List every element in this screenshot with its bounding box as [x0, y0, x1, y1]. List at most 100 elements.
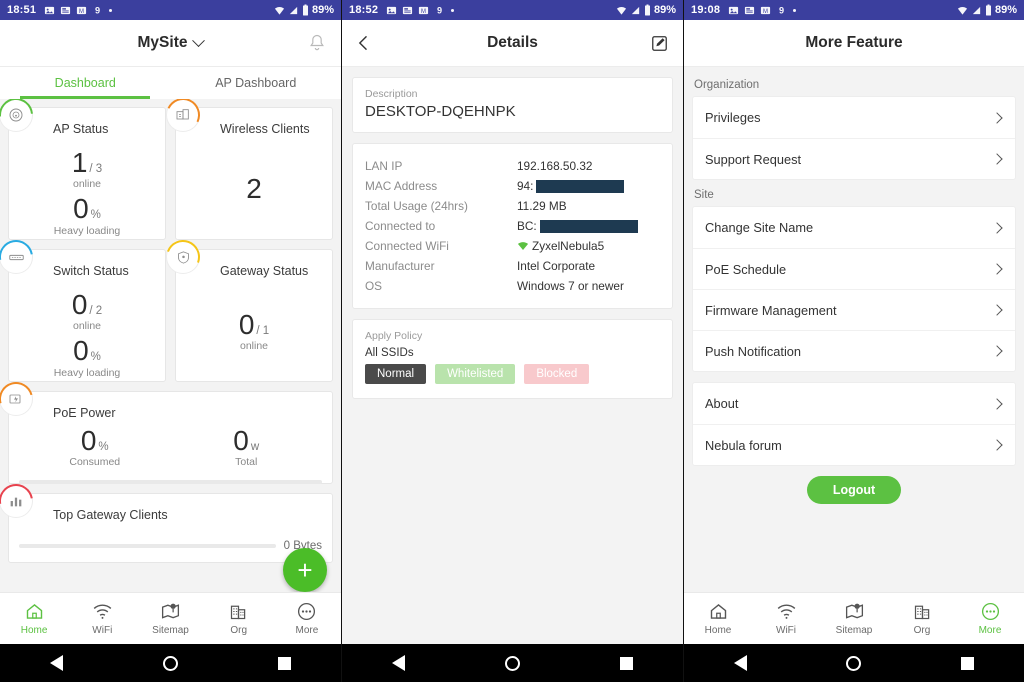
status-bar-time: 18:52 — [349, 4, 379, 16]
list-item-label: About — [705, 396, 739, 411]
ap-load-label: Heavy loading — [53, 224, 121, 237]
gateway-total-count: / 1 — [256, 325, 270, 337]
info-row: Connected WiFi ZyxelNebula5 — [365, 236, 660, 256]
android-system-nav — [684, 644, 1024, 682]
image-icon — [387, 6, 397, 14]
list-item-nebula-forum[interactable]: Nebula forum — [693, 424, 1015, 465]
tab-dashboard[interactable]: Dashboard — [0, 67, 171, 99]
system-home-button[interactable] — [846, 655, 862, 671]
site-selector[interactable]: MySite — [137, 33, 206, 52]
system-back-button[interactable] — [392, 655, 405, 671]
system-recents-button[interactable] — [620, 656, 633, 670]
nav-item-sitemap[interactable]: Sitemap — [820, 593, 888, 644]
chevron-right-icon — [991, 263, 1003, 275]
info-row: Connected to BC: — [365, 216, 660, 236]
list-item-poe-schedule[interactable]: PoE Schedule — [693, 248, 1015, 289]
system-back-button[interactable] — [733, 655, 747, 671]
svg-text:M: M — [421, 8, 426, 14]
notification-button[interactable] — [307, 20, 327, 66]
dot-icon — [109, 8, 113, 12]
image-icon — [729, 6, 739, 14]
switch-total-count: / 2 — [89, 305, 103, 317]
news-icon — [745, 6, 755, 14]
description-panel[interactable]: Description DESKTOP-DQEHNPK — [352, 77, 673, 133]
status-bar-notification-icons: M 9 — [44, 5, 113, 16]
card-title: Switch Status — [53, 264, 129, 278]
system-recents-button[interactable] — [961, 656, 975, 670]
svg-text:M: M — [763, 8, 768, 14]
list-item-label: Privileges — [705, 110, 761, 125]
nav-label: More — [978, 625, 1002, 636]
card-wireless-clients[interactable]: Wireless Clients 2 — [161, 99, 333, 240]
list-item-change-site-name[interactable]: Change Site Name — [693, 207, 1015, 248]
info-key: MAC Address — [365, 179, 438, 193]
poe-total-value: 0 — [233, 425, 249, 456]
nav-label: More — [295, 625, 319, 636]
nav-item-more[interactable]: More — [273, 593, 341, 644]
logout-button[interactable]: Logout — [806, 476, 902, 504]
nav-item-sitemap[interactable]: Sitemap — [136, 593, 204, 644]
system-home-button[interactable] — [163, 655, 178, 671]
mac-prefix: 94: — [517, 179, 534, 193]
apply-policy-label: Apply Policy — [365, 330, 423, 342]
card-switch-status[interactable]: Switch Status 0/ 2 online 0% Heavy loadi… — [0, 233, 166, 382]
card-ap-status[interactable]: AP Status 1/ 3 online 0% Heavy loading — [0, 99, 166, 240]
page-title: MySite — [137, 34, 188, 51]
status-bar-notification-icons: M 9 — [386, 5, 455, 16]
more-feature-scroll-area[interactable]: Organization Privileges Support Request … — [684, 67, 1024, 592]
news-icon — [403, 6, 413, 14]
card-top-gateway-clients[interactable]: Top Gateway Clients 0 Bytes — [0, 477, 333, 563]
nav-item-home[interactable]: Home — [0, 593, 68, 644]
nav-item-wifi[interactable]: WiFi — [68, 593, 136, 644]
info-row: LAN IP 192.168.50.32 — [365, 156, 660, 176]
chevron-down-icon[interactable] — [192, 33, 206, 47]
poe-total-unit: w — [250, 441, 260, 453]
poe-consumed-unit: % — [98, 441, 109, 453]
list-item-firmware-management[interactable]: Firmware Management — [693, 289, 1015, 330]
nav-item-more[interactable]: More — [956, 593, 1024, 644]
list-item-push-notification[interactable]: Push Notification — [693, 330, 1015, 371]
card-gateway-status[interactable]: Gateway Status 0/ 1 online — [160, 234, 333, 382]
gateway-online-label: online — [239, 340, 269, 353]
building-icon — [914, 605, 929, 620]
system-back-button[interactable] — [50, 655, 63, 671]
phone-screen-more-feature: 19:08 M 9 89% More Feature Organization — [684, 0, 1024, 682]
nav-item-wifi[interactable]: WiFi — [752, 593, 820, 644]
edit-button[interactable] — [650, 20, 669, 66]
chevron-right-icon — [991, 221, 1003, 234]
card-title: Gateway Status — [220, 264, 309, 278]
back-button[interactable] — [354, 20, 374, 66]
photos-icon: M — [77, 6, 87, 14]
nav-label: WiFi — [92, 625, 113, 636]
tab-ap-dashboard[interactable]: AP Dashboard — [171, 67, 342, 99]
system-home-button[interactable] — [505, 655, 520, 671]
poe-consumed-block: 0% Consumed — [19, 426, 171, 469]
info-value: 192.168.50.32 — [517, 159, 593, 173]
switch-online-count: 0 — [71, 289, 88, 320]
battery-icon — [302, 4, 308, 16]
list-item-privileges[interactable]: Privileges — [693, 97, 1015, 138]
wireless-clients-badge — [161, 99, 205, 137]
policy-chip-whitelisted[interactable]: Whitelisted — [435, 364, 516, 384]
phone-screen-dashboard: 18:51 M 9 89% MySite Dashboard AP Dashbo… — [0, 0, 342, 682]
svg-text:9: 9 — [437, 5, 442, 15]
card-title: Wireless Clients — [220, 122, 310, 136]
policy-chip-blocked[interactable]: Blocked — [524, 364, 590, 384]
ap-status-badge — [0, 99, 40, 139]
nav-item-org[interactable]: Org — [205, 593, 273, 644]
add-button-fab[interactable]: + — [283, 548, 327, 592]
svg-text:9: 9 — [95, 5, 100, 15]
nav-item-home[interactable]: Home — [684, 593, 752, 644]
sitemap-icon — [845, 603, 863, 619]
list-item-about[interactable]: About — [693, 383, 1015, 424]
home-icon — [710, 604, 726, 619]
nav-item-org[interactable]: Org — [888, 593, 956, 644]
info-row: Manufacturer Intel Corporate — [365, 256, 660, 276]
policy-chip-normal[interactable]: Normal — [365, 364, 427, 384]
poe-power-badge — [0, 375, 40, 423]
dashboard-scroll-area[interactable]: AP Status 1/ 3 online 0% Heavy loading W… — [0, 99, 341, 592]
details-scroll-area[interactable]: Description DESKTOP-DQEHNPK LAN IP 192.1… — [342, 67, 683, 644]
list-item-support-request[interactable]: Support Request — [693, 138, 1015, 179]
system-recents-button[interactable] — [278, 656, 291, 670]
card-poe-power[interactable]: PoE Power 0% Consumed 0w Total — [0, 375, 333, 485]
